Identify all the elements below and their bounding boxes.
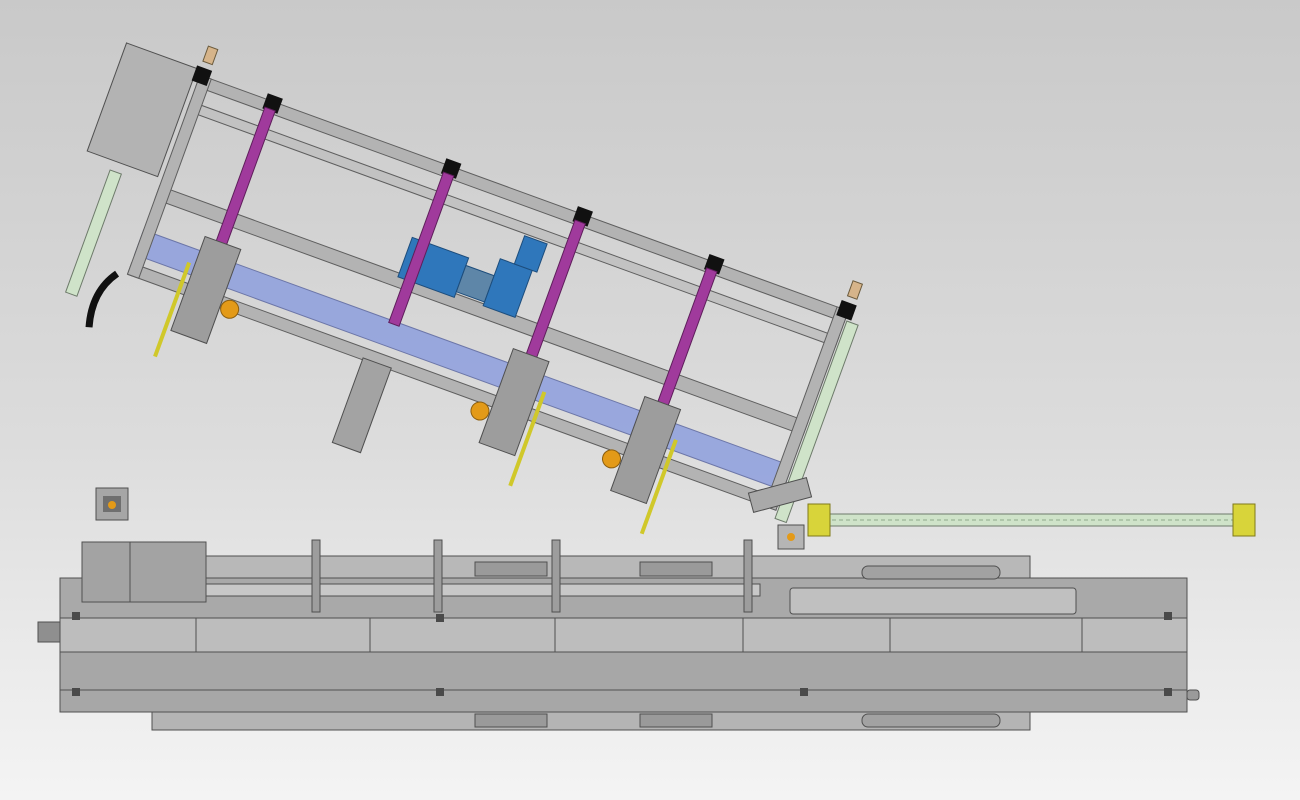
small-control-box — [95, 487, 129, 521]
base-right-connector — [1186, 689, 1200, 701]
base-shaft-stub — [37, 621, 61, 643]
cable-hose — [85, 270, 120, 328]
base-drive-box — [81, 541, 207, 603]
assembly-drawing — [37, 42, 1256, 731]
base-main-bed — [59, 651, 1188, 713]
limit-switch — [846, 280, 864, 300]
cad-viewport[interactable] — [0, 0, 1300, 800]
base-post — [433, 539, 443, 613]
limit-switch — [202, 45, 219, 66]
cable-chain-end-right — [1232, 503, 1256, 537]
base-window — [861, 713, 1001, 728]
base-window — [861, 565, 1001, 580]
base-front-panels — [59, 617, 1188, 653]
tilted-gantry-assembly — [64, 42, 864, 535]
base-post — [311, 539, 321, 613]
base-post — [551, 539, 561, 613]
base-window — [474, 561, 548, 577]
base-right-guide — [789, 587, 1077, 615]
base-window — [639, 561, 713, 577]
base-window — [474, 713, 548, 728]
machine-base-bed — [37, 539, 1200, 731]
cable-chain-end-left — [807, 503, 831, 537]
base-post — [743, 539, 753, 613]
axis-bracket — [331, 357, 392, 454]
base-shaft-channel — [199, 583, 761, 597]
base-window — [639, 713, 713, 728]
horizontal-cable-chain — [807, 503, 1256, 537]
